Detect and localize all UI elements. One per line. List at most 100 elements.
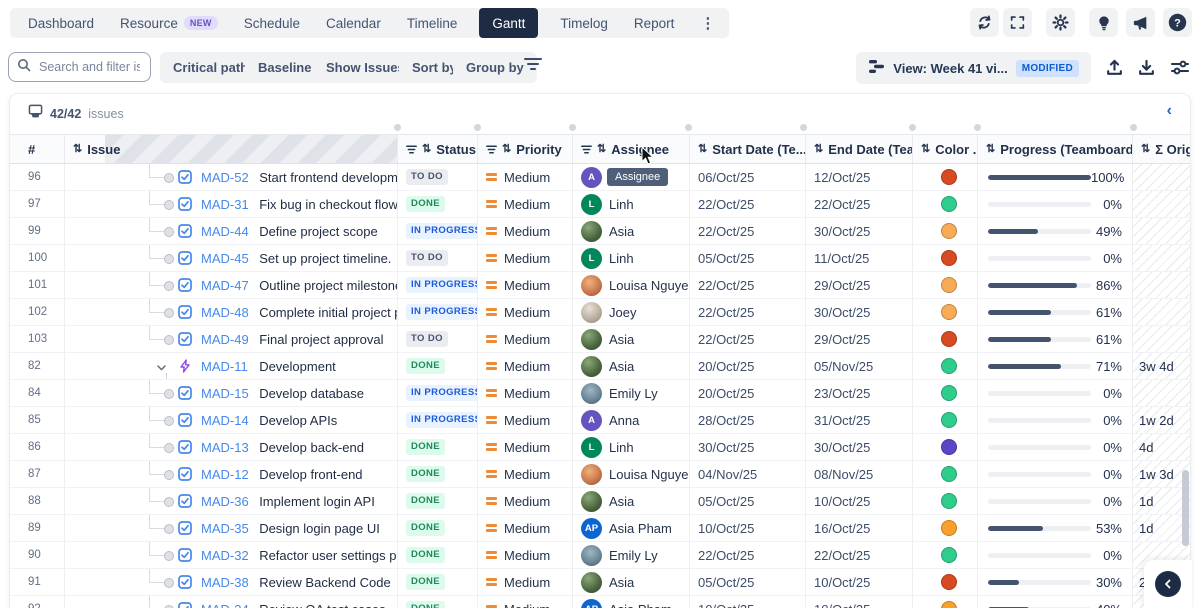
status-badge[interactable]: IN PROGRESS bbox=[406, 223, 478, 239]
tab-dashboard[interactable]: Dashboard bbox=[28, 16, 94, 31]
column-resize-handle[interactable] bbox=[685, 124, 692, 131]
column-header-end-date[interactable]: ⇅End Date (Tea... bbox=[806, 135, 913, 163]
start-date[interactable]: 20/Oct/25 bbox=[690, 353, 806, 379]
table-row[interactable]: 96 MAD-52 Start frontend development TO … bbox=[10, 164, 1190, 191]
issue-key-link[interactable]: MAD-31 bbox=[201, 197, 249, 212]
table-row[interactable]: 103 MAD-49 Final project approval TO DO … bbox=[10, 326, 1190, 353]
end-date[interactable]: 10/Oct/25 bbox=[806, 488, 913, 514]
status-badge[interactable]: DONE bbox=[406, 466, 445, 482]
import-button[interactable] bbox=[1133, 54, 1160, 84]
end-date[interactable]: 08/Nov/25 bbox=[806, 461, 913, 487]
issue-title[interactable]: Development bbox=[259, 359, 336, 374]
end-date[interactable]: 05/Nov/25 bbox=[806, 353, 913, 379]
issue-key-link[interactable]: MAD-44 bbox=[201, 224, 249, 239]
column-resize-handle[interactable] bbox=[909, 124, 916, 131]
column-header-start-date[interactable]: ⇅Start Date (Te... bbox=[690, 135, 806, 163]
more-menu-icon[interactable]: ⋮ bbox=[700, 14, 719, 32]
end-date[interactable]: 23/Oct/25 bbox=[806, 380, 913, 406]
issue-title[interactable]: Develop database bbox=[259, 386, 364, 401]
column-header-original-estimate[interactable]: ⇅Σ Origin bbox=[1133, 135, 1190, 163]
table-row[interactable]: 84 MAD-15 Develop database IN PROGRESS M… bbox=[10, 380, 1190, 407]
table-row[interactable]: 88 MAD-36 Implement login API DONE Mediu… bbox=[10, 488, 1190, 515]
sync-button[interactable] bbox=[970, 8, 999, 37]
sort-icon[interactable]: ⇅ bbox=[502, 144, 511, 155]
start-date[interactable]: 30/Oct/25 bbox=[690, 434, 806, 460]
status-badge[interactable]: DONE bbox=[406, 493, 445, 509]
status-badge[interactable]: IN PROGRESS bbox=[406, 304, 478, 320]
collapse-panel-button[interactable]: ‹ bbox=[1161, 102, 1178, 120]
collapse-sidebar-button[interactable] bbox=[1155, 571, 1181, 597]
link-handle[interactable] bbox=[164, 578, 174, 588]
filter-button[interactable] bbox=[517, 55, 549, 76]
link-handle[interactable] bbox=[164, 551, 174, 561]
start-date[interactable]: 22/Oct/25 bbox=[690, 326, 806, 352]
sort-icon[interactable]: ⇅ bbox=[986, 144, 995, 155]
issue-title[interactable]: Design login page UI bbox=[259, 521, 380, 536]
column-resize-handle[interactable] bbox=[394, 124, 401, 131]
issue-title[interactable]: Complete initial project planning bbox=[259, 305, 398, 320]
status-badge[interactable]: IN PROGRESS bbox=[406, 385, 478, 401]
table-row[interactable]: 102 MAD-48 Complete initial project plan… bbox=[10, 299, 1190, 326]
end-date[interactable]: 31/Oct/25 bbox=[806, 407, 913, 433]
view-selector-button[interactable]: View: Week 41 vi... MODIFIED bbox=[856, 52, 1091, 84]
end-date[interactable]: 22/Oct/25 bbox=[806, 542, 913, 568]
issue-key-link[interactable]: MAD-15 bbox=[201, 386, 249, 401]
tab-calendar[interactable]: Calendar bbox=[326, 16, 381, 31]
table-row[interactable]: 87 MAD-12 Develop front-end DONE Medium … bbox=[10, 461, 1190, 488]
tab-timelog[interactable]: Timelog bbox=[560, 16, 608, 31]
table-row[interactable]: 82 MAD-11 Development DONE Medium Asia 2… bbox=[10, 353, 1190, 380]
issue-title[interactable]: Implement login API bbox=[259, 494, 375, 509]
column-header-assignee[interactable]: ⇅ Assignee bbox=[573, 135, 690, 163]
issue-key-link[interactable]: MAD-49 bbox=[201, 332, 249, 347]
issue-key-link[interactable]: MAD-11 bbox=[201, 359, 248, 374]
start-date[interactable]: 05/Oct/25 bbox=[690, 245, 806, 271]
issue-title[interactable]: Fix bug in checkout flow bbox=[259, 197, 398, 212]
status-badge[interactable]: TO DO bbox=[406, 331, 448, 347]
sort-icon[interactable]: ⇅ bbox=[597, 144, 606, 155]
status-badge[interactable]: DONE bbox=[406, 439, 445, 455]
table-row[interactable]: 90 MAD-32 Refactor user settings page DO… bbox=[10, 542, 1190, 569]
issue-title[interactable]: Define project scope bbox=[259, 224, 378, 239]
table-row[interactable]: 92 MAD-34 Review QA test cases DONE Medi… bbox=[10, 596, 1190, 608]
end-date[interactable]: 12/Oct/25 bbox=[806, 164, 913, 190]
start-date[interactable]: 22/Oct/25 bbox=[690, 191, 806, 217]
tab-resource[interactable]: Resource NEW bbox=[120, 16, 218, 31]
start-date[interactable]: 05/Oct/25 bbox=[690, 488, 806, 514]
settings-button[interactable] bbox=[1046, 8, 1075, 37]
ideas-button[interactable] bbox=[1089, 8, 1118, 37]
status-badge[interactable]: DONE bbox=[406, 601, 445, 608]
link-handle[interactable] bbox=[164, 335, 174, 345]
column-filter-icon[interactable] bbox=[581, 142, 592, 157]
issue-title[interactable]: Set up project timeline. bbox=[259, 251, 391, 266]
export-button[interactable] bbox=[1101, 54, 1128, 84]
status-badge[interactable]: DONE bbox=[406, 520, 445, 536]
link-handle[interactable] bbox=[164, 200, 174, 210]
table-row[interactable]: 99 MAD-44 Define project scope IN PROGRE… bbox=[10, 218, 1190, 245]
fullscreen-button[interactable] bbox=[1003, 8, 1032, 37]
issue-title[interactable]: Final project approval bbox=[259, 332, 383, 347]
link-handle[interactable] bbox=[164, 389, 174, 399]
link-handle[interactable] bbox=[164, 470, 174, 480]
table-row[interactable]: 89 MAD-35 Design login page UI DONE Medi… bbox=[10, 515, 1190, 542]
tab-timeline[interactable]: Timeline bbox=[407, 16, 458, 31]
table-row[interactable]: 101 MAD-47 Outline project milestones. I… bbox=[10, 272, 1190, 299]
column-header-status[interactable]: ⇅ Status bbox=[398, 135, 478, 163]
issue-key-link[interactable]: MAD-35 bbox=[201, 521, 249, 536]
start-date[interactable]: 04/Nov/25 bbox=[690, 461, 806, 487]
link-handle[interactable] bbox=[164, 227, 174, 237]
end-date[interactable]: 16/Oct/25 bbox=[806, 515, 913, 541]
issue-key-link[interactable]: MAD-12 bbox=[201, 467, 249, 482]
column-resize-handle[interactable] bbox=[974, 124, 981, 131]
end-date[interactable]: 30/Oct/25 bbox=[806, 299, 913, 325]
issue-title[interactable]: Start frontend development bbox=[259, 170, 398, 185]
issue-title[interactable]: Develop APIs bbox=[259, 413, 337, 428]
sort-icon[interactable]: ⇅ bbox=[921, 144, 930, 155]
sort-icon[interactable]: ⇅ bbox=[422, 144, 431, 155]
tab-schedule[interactable]: Schedule bbox=[244, 16, 300, 31]
issue-key-link[interactable]: MAD-32 bbox=[201, 548, 249, 563]
link-handle[interactable] bbox=[164, 443, 174, 453]
issue-title[interactable]: Develop back-end bbox=[259, 440, 364, 455]
issue-key-link[interactable]: MAD-14 bbox=[201, 413, 249, 428]
sort-icon[interactable]: ⇅ bbox=[1141, 144, 1150, 155]
column-resize-handle[interactable] bbox=[1130, 124, 1137, 131]
